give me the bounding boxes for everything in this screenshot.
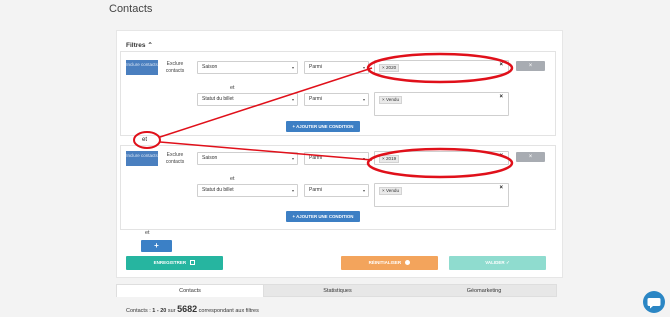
annotation-overlay bbox=[133, 52, 514, 179]
annotation-ellipse bbox=[366, 52, 514, 84]
annotation-line bbox=[159, 67, 373, 138]
annotation-circle bbox=[133, 131, 161, 149]
annotation-line bbox=[159, 141, 373, 161]
annotation-ellipse bbox=[366, 147, 514, 179]
